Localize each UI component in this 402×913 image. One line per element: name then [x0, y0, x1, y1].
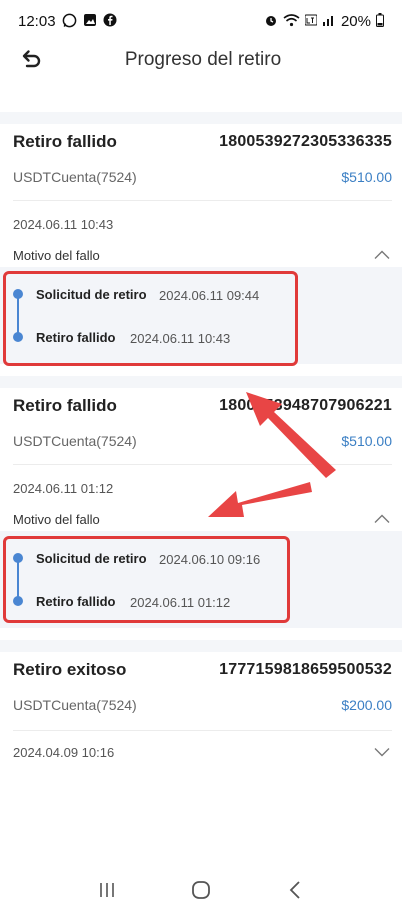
whatsapp-icon	[62, 13, 77, 30]
record-account: USDTCuenta(7524)	[13, 169, 137, 185]
record-amount: $200.00	[341, 697, 392, 713]
record-date: 2024.06.11 10:43	[13, 217, 114, 232]
record-order-id: 1800539272305336335	[219, 133, 392, 150]
record-amount: $510.00	[341, 433, 392, 449]
page-title: Progreso del retiro	[124, 49, 282, 70]
home-icon	[192, 881, 210, 899]
section-gap	[0, 112, 402, 124]
record-status: Retiro exitoso	[13, 660, 127, 679]
signal-icon	[322, 13, 336, 29]
home-button[interactable]	[181, 875, 221, 905]
record-amount: $510.00	[341, 169, 392, 185]
divider	[13, 464, 392, 465]
lte-icon	[304, 13, 318, 29]
wifi-icon	[283, 13, 300, 29]
divider	[13, 730, 392, 731]
divider	[13, 200, 392, 201]
system-back-button[interactable]	[275, 875, 315, 905]
failure-reason-toggle[interactable]: Motivo del fallo	[13, 243, 390, 267]
chevron-left-icon	[289, 881, 300, 899]
status-bar-right: 20%	[264, 13, 384, 30]
chevron-down-icon[interactable]	[374, 744, 390, 760]
status-bar: 12:03 20%	[0, 0, 402, 42]
section-gap	[0, 376, 402, 388]
annotation-highlight-box	[3, 271, 298, 366]
failure-reason-label: Motivo del fallo	[13, 511, 100, 527]
facebook-icon	[103, 13, 117, 29]
chevron-up-icon	[374, 247, 390, 263]
back-arrow-icon	[22, 50, 41, 68]
record-status: Retiro fallido	[13, 396, 117, 415]
record-status: Retiro fallido	[13, 132, 117, 151]
back-button[interactable]	[14, 42, 48, 76]
record-order-id: 1777159818659500532	[219, 661, 392, 678]
gallery-icon	[83, 13, 97, 29]
section-gap	[0, 640, 402, 652]
battery-percent: 20%	[340, 12, 371, 30]
record-account: USDTCuenta(7524)	[13, 697, 137, 713]
system-nav-bar	[0, 867, 402, 913]
withdrawal-record[interactable]: Retiro exitoso 1777159818659500532 USDTC…	[0, 652, 402, 782]
status-bar-left: 12:03	[18, 13, 117, 30]
failure-reason-label: Motivo del fallo	[13, 247, 100, 263]
chevron-up-icon	[374, 511, 390, 527]
record-account: USDTCuenta(7524)	[13, 433, 137, 449]
record-order-id: 1800553948707906221	[219, 397, 392, 414]
battery-icon	[376, 13, 384, 29]
status-time: 12:03	[18, 12, 56, 30]
recent-apps-icon	[100, 883, 114, 897]
failure-reason-toggle[interactable]: Motivo del fallo	[13, 507, 390, 531]
record-date: 2024.04.09 10:16	[13, 745, 115, 760]
header-bar: Progreso del retiro	[0, 38, 402, 82]
recent-apps-button[interactable]	[87, 875, 127, 905]
alarm-icon	[264, 13, 278, 29]
record-date: 2024.06.11 01:12	[13, 481, 114, 496]
annotation-highlight-box	[3, 536, 290, 623]
